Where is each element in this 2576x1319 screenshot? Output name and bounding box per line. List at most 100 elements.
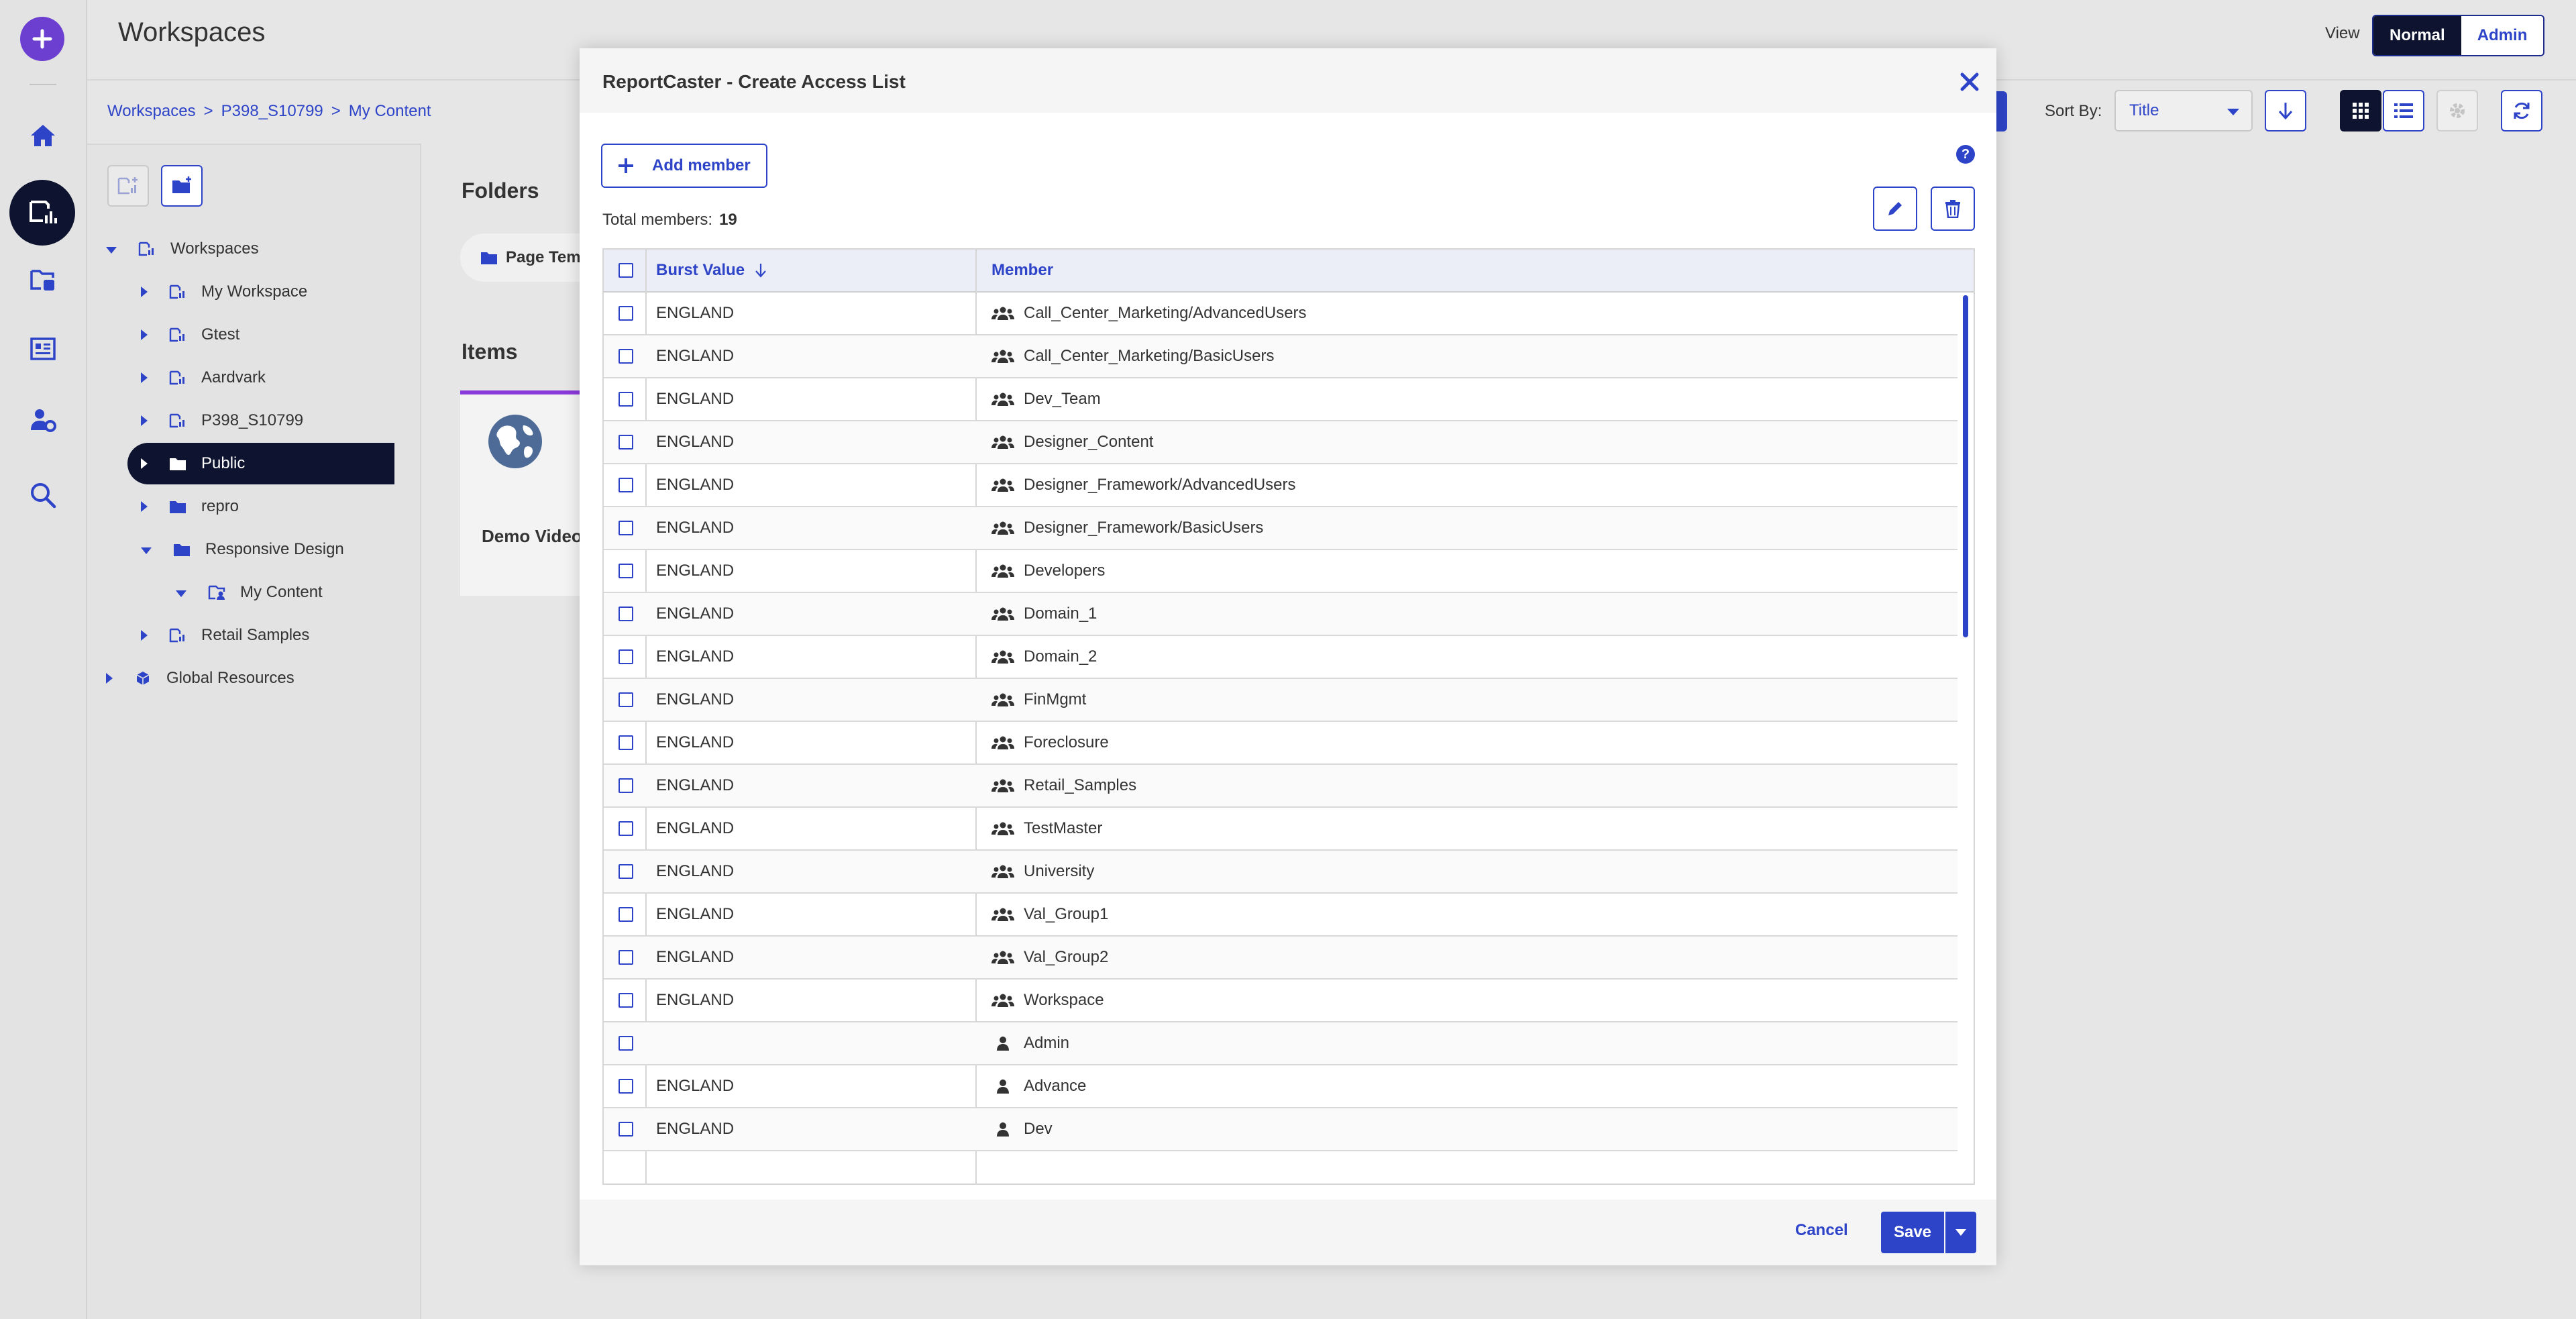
table-row[interactable]: ENGLAND Foreclosure xyxy=(604,722,1957,765)
caret-right-icon[interactable] xyxy=(141,458,148,469)
caret-right-icon[interactable] xyxy=(141,372,148,383)
table-row[interactable]: Admin xyxy=(604,1022,1957,1065)
workspaces-button[interactable] xyxy=(23,193,63,233)
row-checkbox[interactable] xyxy=(619,349,633,364)
item-card[interactable]: Demo Video xyxy=(460,390,582,596)
table-row[interactable]: ENGLAND Val_Group1 xyxy=(604,894,1957,937)
breadcrumb-item[interactable]: P398_S10799 xyxy=(221,102,323,121)
member-column-header[interactable]: Member xyxy=(991,250,1053,291)
table-row[interactable]: ENGLAND Advance xyxy=(604,1065,1957,1108)
delete-button[interactable] xyxy=(1931,187,1975,231)
portals-button[interactable] xyxy=(23,329,63,369)
tree-item[interactable]: Aardvark xyxy=(141,357,266,399)
row-checkbox[interactable] xyxy=(619,993,633,1008)
search-button[interactable] xyxy=(23,475,63,515)
table-row[interactable]: ENGLAND TestMaster xyxy=(604,808,1957,851)
table-row[interactable]: ENGLAND Workspace xyxy=(604,980,1957,1022)
save-button[interactable]: Save xyxy=(1881,1212,1944,1253)
row-checkbox[interactable] xyxy=(619,692,633,707)
table-row[interactable]: ENGLAND Dev_Team xyxy=(604,378,1957,421)
breadcrumb-item[interactable]: Workspaces xyxy=(107,102,196,121)
caret-down-icon[interactable] xyxy=(176,590,186,597)
select-all-checkbox[interactable] xyxy=(619,263,633,278)
caret-right-icon[interactable] xyxy=(141,415,148,426)
caret-right-icon[interactable] xyxy=(141,630,148,641)
breadcrumb-item[interactable]: My Content xyxy=(349,102,431,121)
caret-down-icon[interactable] xyxy=(141,547,152,554)
table-row[interactable]: ENGLAND Designer_Content xyxy=(604,421,1957,464)
folder-chip[interactable]: Page Temp xyxy=(460,233,594,282)
help-icon[interactable]: ? xyxy=(1956,145,1975,164)
row-checkbox[interactable] xyxy=(619,950,633,965)
refresh-button[interactable] xyxy=(2501,90,2542,131)
tree-item[interactable]: My Content xyxy=(176,572,323,613)
member-cell: Developers xyxy=(991,550,1105,592)
home-button[interactable] xyxy=(23,115,63,156)
caret-right-icon[interactable] xyxy=(141,286,148,297)
table-row[interactable]: ENGLAND Designer_Framework/AdvancedUsers xyxy=(604,464,1957,507)
cancel-button[interactable]: Cancel xyxy=(1795,1221,1848,1240)
caret-right-icon[interactable] xyxy=(141,329,148,340)
row-checkbox[interactable] xyxy=(619,864,633,879)
user-settings-button[interactable] xyxy=(23,400,63,440)
add-member-button[interactable]: Add member xyxy=(601,144,767,188)
sort-direction-button[interactable] xyxy=(2265,90,2306,131)
caret-right-icon[interactable] xyxy=(141,501,148,512)
grid-view-button[interactable] xyxy=(2340,90,2381,131)
table-row[interactable]: ENGLAND Call_Center_Marketing/AdvancedUse… xyxy=(604,293,1957,335)
table-row[interactable]: ENGLAND Developers xyxy=(604,550,1957,593)
row-checkbox[interactable] xyxy=(619,821,633,836)
tree-item[interactable]: repro xyxy=(141,486,239,527)
close-button[interactable] xyxy=(1956,68,1983,95)
row-checkbox[interactable] xyxy=(619,306,633,321)
create-new-button[interactable] xyxy=(20,17,64,61)
burst-value-column-header[interactable]: Burst Value xyxy=(656,250,767,291)
row-checkbox[interactable] xyxy=(619,478,633,492)
tree-item[interactable]: P398_S10799 xyxy=(141,400,303,441)
tree-item[interactable]: Gtest xyxy=(141,314,239,356)
table-row[interactable]: ENGLAND FinMgmt xyxy=(604,679,1957,722)
row-checkbox[interactable] xyxy=(619,606,633,621)
list-view-button[interactable] xyxy=(2383,90,2424,131)
table-row[interactable]: ENGLAND Retail_Samples xyxy=(604,765,1957,808)
settings-button[interactable] xyxy=(2436,90,2478,131)
table-row[interactable]: ENGLAND Designer_Framework/BasicUsers xyxy=(604,507,1957,550)
view-normal-button[interactable]: Normal xyxy=(2373,16,2461,55)
row-checkbox[interactable] xyxy=(619,392,633,407)
row-checkbox[interactable] xyxy=(619,1036,633,1051)
row-checkbox[interactable] xyxy=(619,649,633,664)
row-checkbox[interactable] xyxy=(619,778,633,793)
tree-item[interactable]: Retail Samples xyxy=(141,615,309,656)
row-checkbox[interactable] xyxy=(619,1079,633,1094)
row-checkbox[interactable] xyxy=(619,735,633,750)
row-checkbox[interactable] xyxy=(619,435,633,450)
tree-item[interactable]: Responsive Design xyxy=(141,529,344,570)
table-row[interactable]: ENGLAND Call_Center_Marketing/BasicUsers xyxy=(604,335,1957,378)
tree-item[interactable]: Global Resources xyxy=(106,657,294,699)
view-admin-button[interactable]: Admin xyxy=(2461,16,2544,55)
table-row[interactable]: ENGLAND Dev xyxy=(604,1108,1957,1151)
caret-right-icon[interactable] xyxy=(106,673,113,684)
table-scrollbar[interactable] xyxy=(1963,295,1968,637)
table-row[interactable]: ENGLAND Domain_1 xyxy=(604,593,1957,636)
edit-button[interactable] xyxy=(1873,187,1917,231)
table-row[interactable]: ENGLAND University xyxy=(604,851,1957,894)
table-row[interactable]: ENGLAND Domain_2 xyxy=(604,636,1957,679)
row-checkbox[interactable] xyxy=(619,1122,633,1137)
row-checkbox[interactable] xyxy=(619,564,633,578)
table-row[interactable]: ENGLAND Val_Group2 xyxy=(604,937,1957,980)
caret-down-icon[interactable] xyxy=(106,247,117,254)
row-checkbox[interactable] xyxy=(619,907,633,922)
burst-value-cell: ENGLAND xyxy=(656,433,735,451)
tree-item[interactable]: Workspaces xyxy=(106,228,259,270)
content-button[interactable] xyxy=(23,260,63,301)
save-options-button[interactable] xyxy=(1945,1212,1976,1253)
workspace-icon xyxy=(138,240,156,258)
tree-item[interactable]: Public xyxy=(141,443,245,484)
sort-select[interactable]: Title xyxy=(2114,90,2253,131)
new-folder-button[interactable] xyxy=(161,165,203,207)
row-checkbox[interactable] xyxy=(619,521,633,535)
refresh-icon xyxy=(2514,102,2530,119)
new-workspace-button[interactable] xyxy=(107,165,149,207)
tree-item[interactable]: My Workspace xyxy=(141,271,307,313)
